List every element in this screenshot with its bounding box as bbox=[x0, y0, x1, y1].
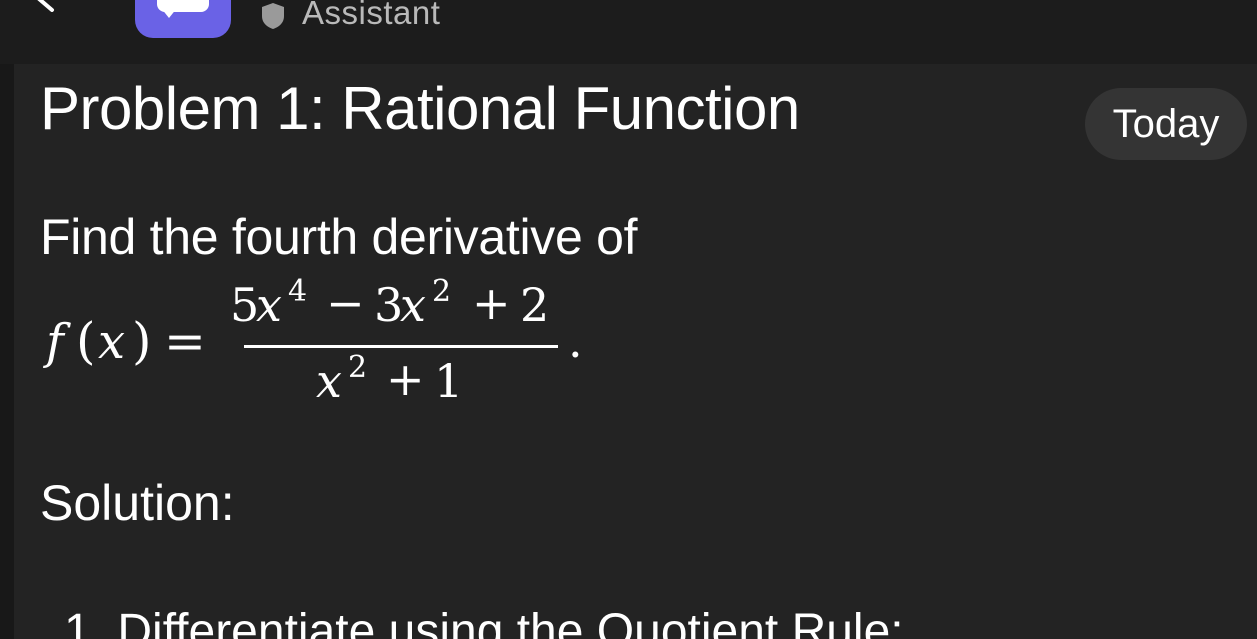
solution-step-1: 1. Differentiate using the Quotient Rule… bbox=[64, 605, 904, 639]
assistant-app-icon[interactable] bbox=[135, 0, 231, 38]
date-badge-label: Today bbox=[1112, 101, 1220, 146]
numerator-minus: − bbox=[326, 276, 365, 330]
chevron-left-icon[interactable] bbox=[30, 0, 60, 12]
formula-close-paren: ) bbox=[132, 312, 152, 370]
left-edge bbox=[0, 64, 14, 639]
message-title: Problem 1: Rational Function bbox=[40, 75, 800, 142]
denominator-var: x bbox=[316, 354, 342, 408]
numerator-coef-1: 5 bbox=[230, 278, 260, 332]
formula-equals: = bbox=[164, 312, 206, 370]
formula-period: . bbox=[568, 314, 583, 368]
problem-prompt: Find the fourth derivative of bbox=[40, 209, 638, 265]
numerator-var-1: x bbox=[256, 278, 282, 332]
denominator-const: 1 bbox=[434, 354, 464, 408]
numerator-coef-2: 3 bbox=[374, 278, 404, 332]
formula-x: x bbox=[98, 314, 126, 370]
shield-icon bbox=[262, 3, 284, 29]
formula-f: f bbox=[46, 314, 64, 370]
numerator-exp-1: 4 bbox=[288, 274, 308, 309]
chat-screen: Assistant Problem 1: Rational Function T… bbox=[0, 0, 1257, 639]
top-bar: Assistant bbox=[0, 0, 1257, 64]
denominator-plus: + bbox=[386, 352, 425, 406]
date-badge: Today bbox=[1085, 88, 1247, 160]
numerator-var-2: x bbox=[400, 278, 426, 332]
solution-heading: Solution: bbox=[40, 475, 235, 531]
numerator-exp-2: 2 bbox=[432, 274, 452, 309]
message-panel: Problem 1: Rational Function Today Find … bbox=[14, 64, 1257, 639]
formula-open-paren: ( bbox=[76, 312, 96, 370]
denominator-exp: 2 bbox=[348, 350, 368, 385]
chat-bubble-tail bbox=[161, 8, 177, 18]
assistant-label: Assistant bbox=[302, 0, 441, 31]
numerator-const: 2 bbox=[520, 278, 550, 332]
numerator-plus: + bbox=[472, 276, 511, 330]
fraction-bar bbox=[244, 345, 558, 348]
